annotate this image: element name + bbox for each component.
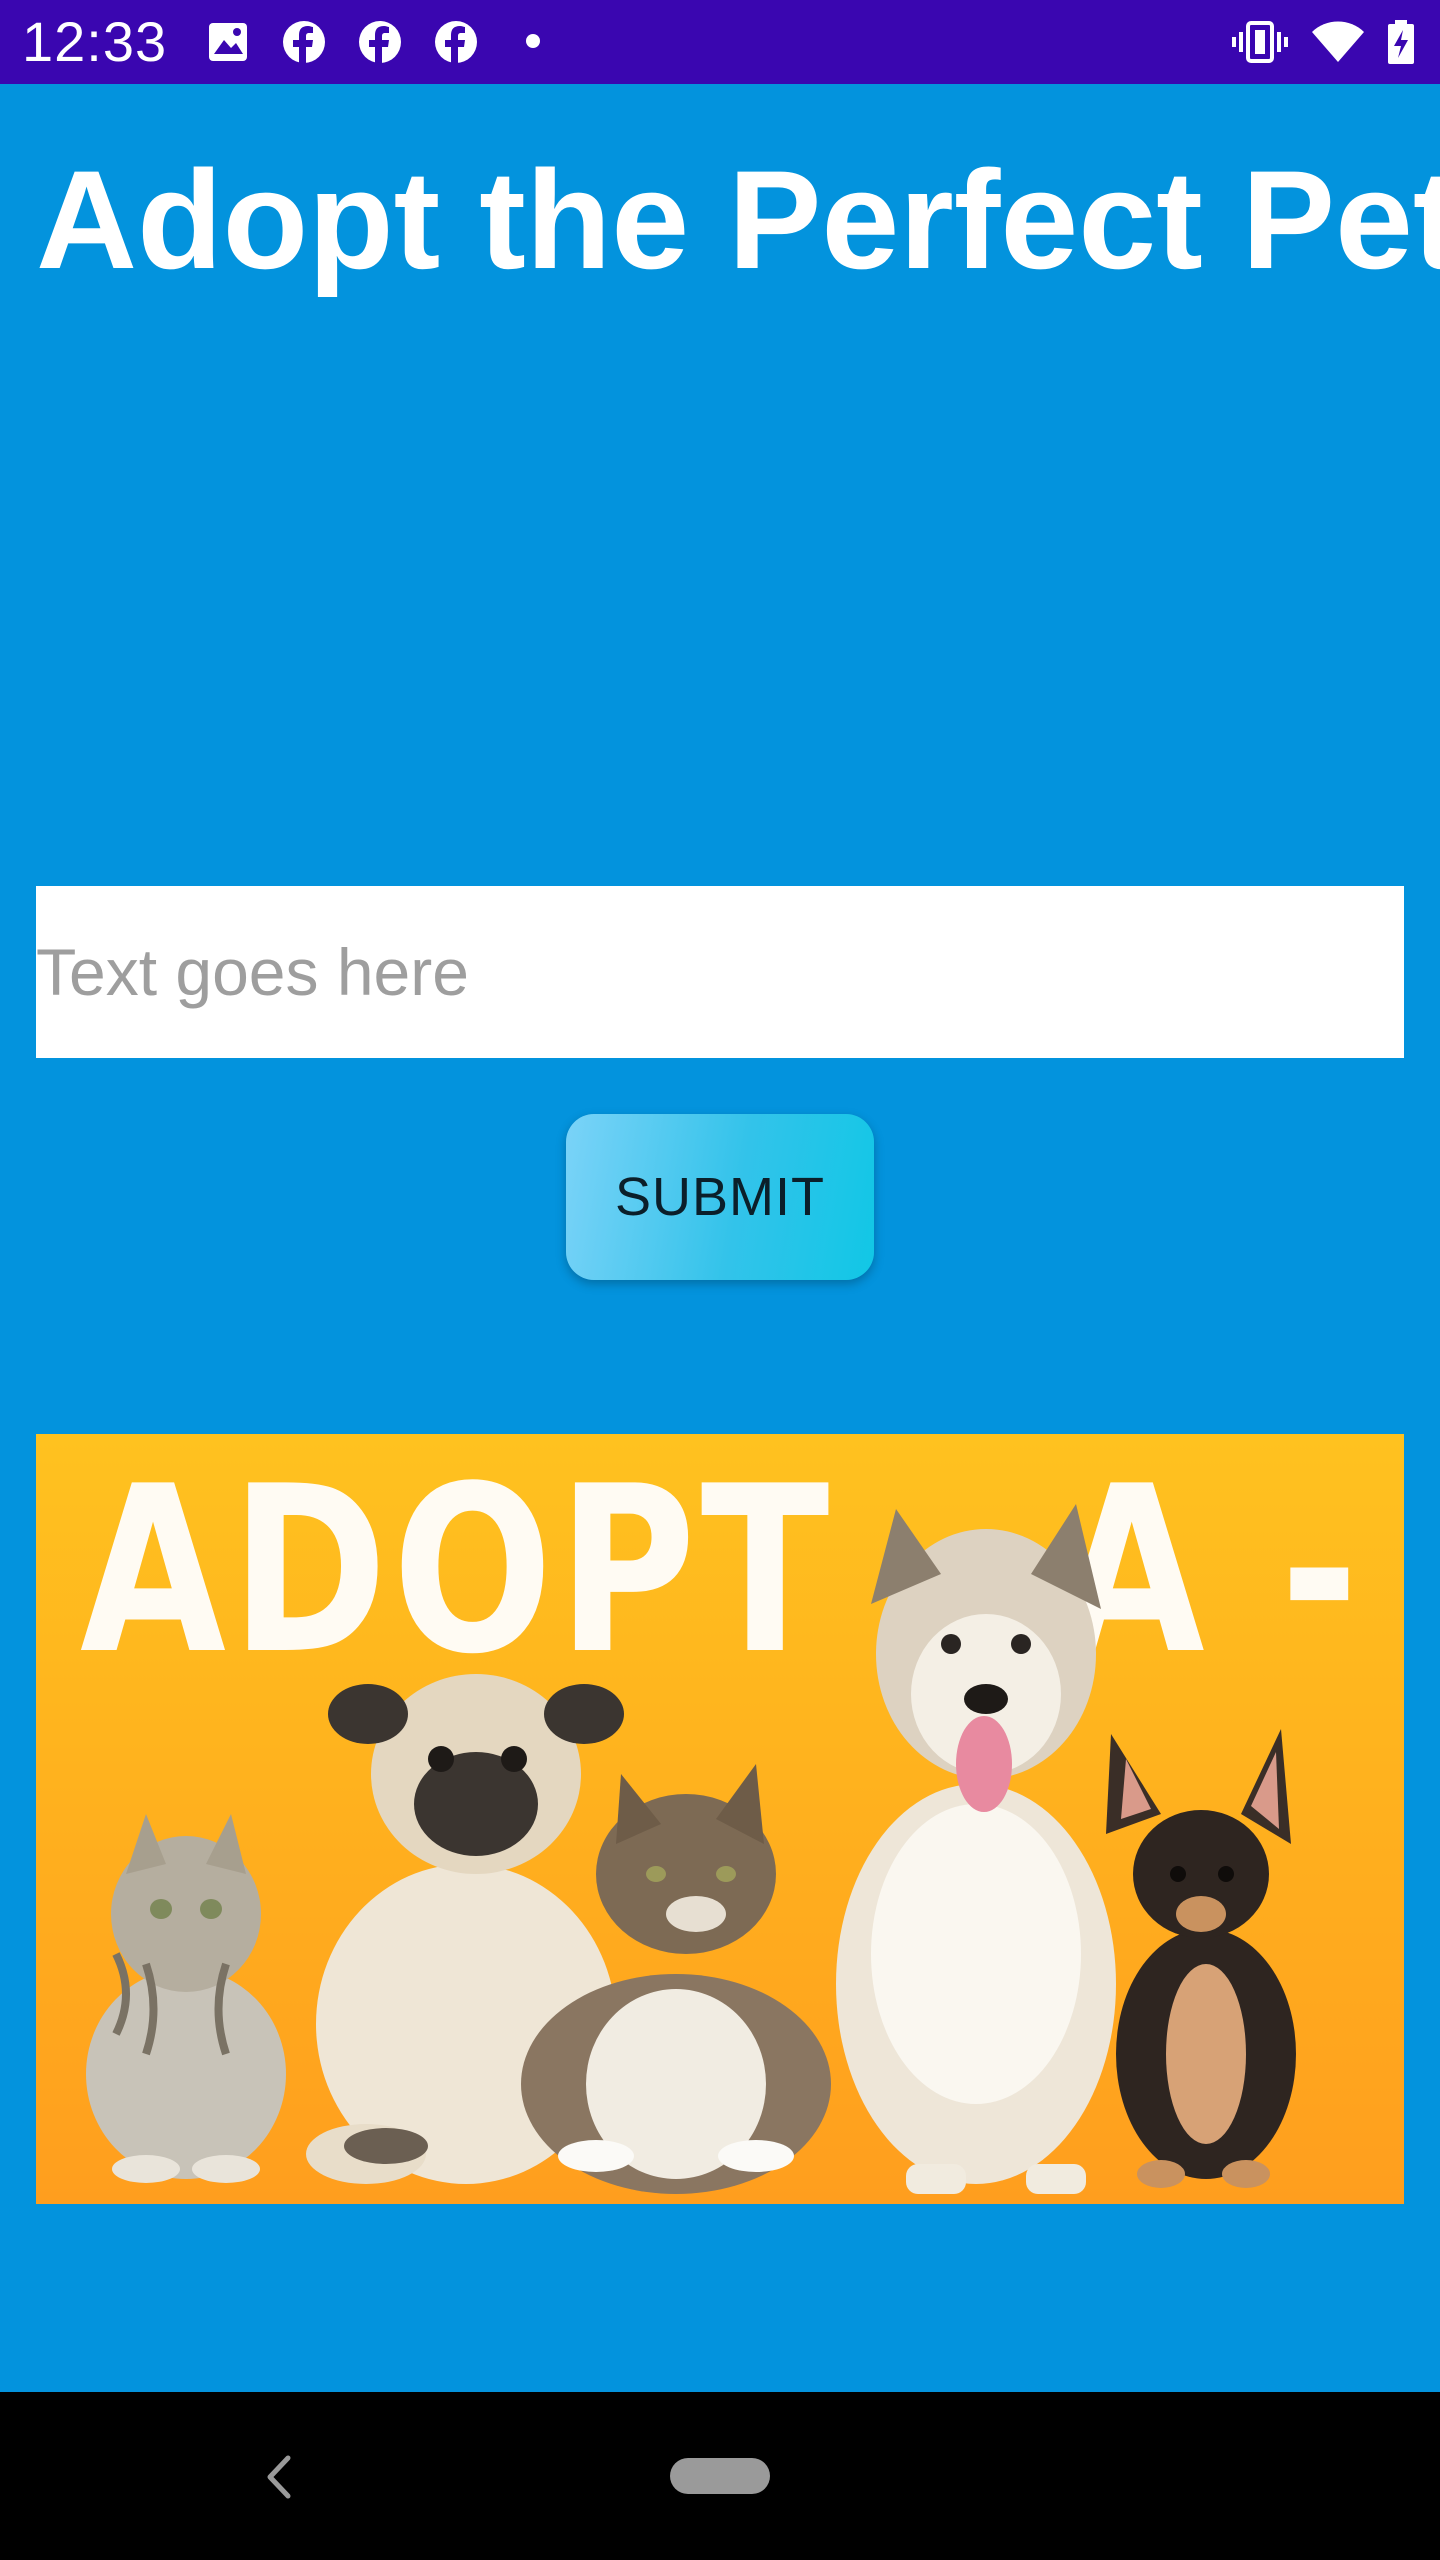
husky-dog-image	[836, 1504, 1116, 2194]
battery-charging-icon	[1388, 20, 1414, 64]
wifi-icon	[1312, 21, 1364, 62]
adopt-a-pet-banner: ADOPT - A - PET	[36, 1434, 1404, 2204]
notification-dot-icon	[526, 34, 540, 48]
submit-button[interactable]: SUBMIT	[566, 1114, 874, 1280]
pets-illustration	[86, 1504, 1296, 2194]
home-icon[interactable]	[670, 2458, 770, 2494]
status-bar: 12:33	[0, 0, 1440, 84]
image-icon	[209, 23, 247, 61]
back-icon[interactable]	[258, 2452, 298, 2502]
vibrate-icon	[1232, 21, 1288, 63]
status-time: 12:33	[22, 10, 168, 73]
facebook-icon	[435, 21, 477, 64]
text-input[interactable]	[36, 886, 1404, 1058]
facebook-icon	[359, 21, 401, 64]
kitten-image	[86, 1814, 286, 2183]
facebook-icon	[283, 21, 325, 64]
chihuahua-image	[1106, 1729, 1296, 2188]
page-title: Adopt the Perfect Pet	[36, 141, 1440, 298]
